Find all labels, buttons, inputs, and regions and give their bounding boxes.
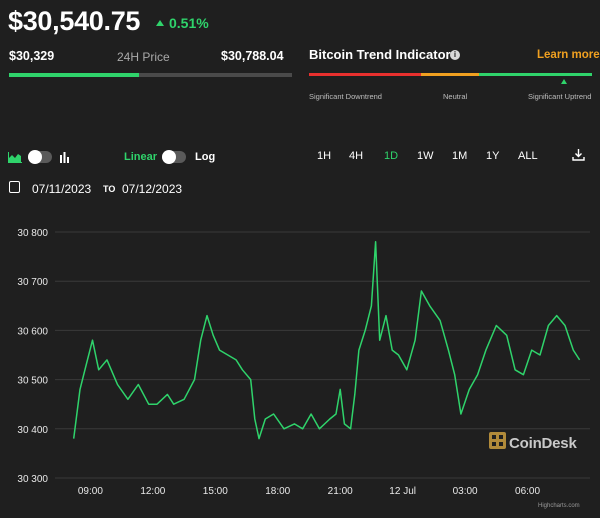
x-tick-label: 18:00 — [265, 486, 290, 497]
trend-marker-icon — [561, 79, 567, 84]
y-tick-label: 30 600 — [17, 326, 48, 337]
24h-high: $30,788.04 — [221, 49, 284, 63]
price-change-value: 0.51% — [169, 15, 209, 31]
x-tick-label: 12 Jul — [389, 486, 416, 497]
price-series — [72, 241, 581, 440]
x-tick-label: 21:00 — [328, 486, 353, 497]
date-to[interactable]: 07/12/2023 — [122, 182, 182, 196]
range-1m[interactable]: 1M — [452, 150, 467, 162]
range-1d[interactable]: 1D — [384, 150, 398, 162]
chart-type-toggle[interactable] — [28, 150, 52, 164]
24h-low: $30,329 — [9, 49, 55, 63]
trend-label-uptrend: Significant Uptrend — [528, 92, 592, 101]
bar-chart-icon[interactable] — [59, 150, 70, 168]
coindesk-watermark: CoinDesk — [509, 435, 577, 452]
current-price: $30,540.75 — [8, 6, 141, 36]
price-change: 0.51% — [156, 15, 209, 31]
range-1w[interactable]: 1W — [417, 150, 434, 162]
date-to-label: TO — [103, 184, 116, 194]
trend-indicator-title: Bitcoin Trend Indicator — [309, 47, 451, 62]
area-chart-icon[interactable] — [8, 150, 22, 168]
y-tick-label: 30 800 — [17, 228, 48, 239]
range-all[interactable]: ALL — [518, 150, 538, 162]
24h-range-fill — [9, 73, 140, 77]
scale-toggle[interactable] — [162, 150, 186, 164]
x-tick-label: 12:00 — [140, 486, 165, 497]
trend-label-neutral: Neutral — [443, 92, 468, 101]
log-scale-label[interactable]: Log — [195, 151, 215, 163]
y-tick-label: 30 500 — [17, 376, 48, 387]
x-tick-label: 06:00 — [515, 486, 540, 497]
range-1h[interactable]: 1H — [317, 150, 331, 162]
x-tick-label: 09:00 — [78, 486, 103, 497]
coindesk-logo-icon — [489, 432, 506, 454]
y-tick-label: 30 700 — [17, 277, 48, 288]
y-tick-label: 30 400 — [17, 425, 48, 436]
x-tick-label: 15:00 — [203, 486, 228, 497]
trend-label-downtrend: Significant Downtrend — [309, 92, 382, 101]
highcharts-credit[interactable]: Highcharts.com — [538, 503, 580, 509]
range-1y[interactable]: 1Y — [486, 150, 499, 162]
y-axis-labels: 30 800 30 700 30 600 30 500 30 400 30 300 — [17, 228, 48, 485]
download-icon[interactable] — [572, 148, 585, 166]
date-from[interactable]: 07/11/2023 — [32, 182, 91, 196]
x-axis-labels: 09:00 12:00 15:00 18:00 21:00 12 Jul 03:00 06:0… — [78, 486, 541, 497]
learn-more-link[interactable]: Learn more — [537, 49, 600, 61]
x-tick-label: 03:00 — [453, 486, 478, 497]
trend-segment-neutral — [421, 73, 479, 76]
price-chart[interactable]: 30 800 30 700 30 600 30 500 30 400 30 300 09:… — [0, 210, 600, 518]
trend-segment-uptrend — [479, 73, 592, 76]
calendar-icon[interactable] — [9, 181, 20, 193]
info-icon[interactable]: i — [450, 50, 460, 60]
y-tick-label: 30 300 — [17, 474, 48, 485]
up-triangle-icon — [156, 20, 164, 26]
linear-scale-label[interactable]: Linear — [124, 151, 157, 163]
24h-range-label: 24H Price — [117, 50, 170, 64]
trend-segment-downtrend — [309, 73, 421, 76]
price-line — [72, 241, 581, 440]
range-4h[interactable]: 4H — [349, 150, 363, 162]
